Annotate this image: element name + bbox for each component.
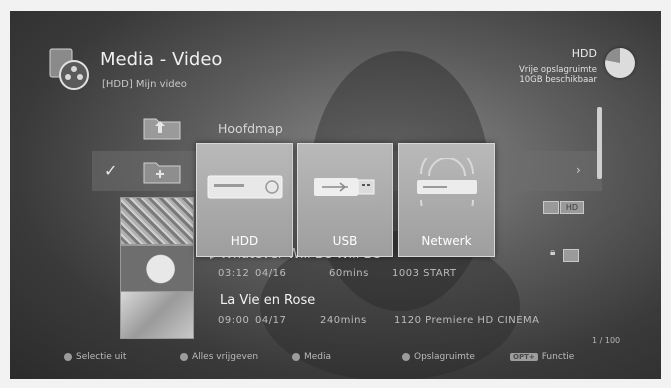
hd-badge-box [543, 201, 559, 214]
storage-label: HDD [571, 47, 597, 60]
footer-label: Selectie uit [76, 352, 127, 362]
video-thumbnail[interactable] [120, 245, 194, 293]
hd-badge: HD [560, 201, 584, 214]
footer-label: Alles vrijgeven [192, 352, 259, 362]
color-key-icon [64, 353, 72, 361]
scrollbar[interactable] [597, 107, 602, 179]
chevron-right-icon: › [576, 163, 581, 177]
video-title[interactable]: La Vie en Rose [220, 293, 315, 308]
footer-media[interactable]: Media [292, 352, 331, 362]
color-key-icon [402, 353, 410, 361]
storage-option-label: USB [332, 234, 358, 248]
storage-free-label: Vrije opslagruimte [518, 65, 597, 75]
video-time: 09:00 [218, 315, 250, 326]
network-icon [416, 158, 477, 206]
storage-option-label: HDD [230, 234, 259, 248]
storage-free-value: 10GB beschikbaar [519, 75, 597, 85]
usb-icon [314, 178, 375, 196]
footer-label: Functie [541, 352, 575, 362]
video-thumbnail[interactable] [120, 197, 194, 245]
folder-add-icon[interactable] [142, 157, 182, 185]
video-channel: 1003 START [392, 268, 457, 279]
video-date: 04/17 [255, 315, 287, 326]
footer-storage[interactable]: Opslagruimte [402, 352, 475, 362]
storage-option-network[interactable]: Netwerk [398, 143, 495, 257]
video-time: 03:12 [218, 268, 250, 279]
page-counter: 1 / 100 [592, 336, 621, 345]
storage-option-hdd[interactable]: HDD [196, 143, 293, 257]
checkmark-icon: ✓ [104, 161, 118, 180]
hdd-icon [207, 175, 282, 199]
storage-info: Vrije opslagruimte 10GB beschikbaar [519, 65, 597, 85]
lock-icon: 🔒︎ [550, 247, 556, 258]
storage-pie-icon [605, 48, 635, 78]
page-subtitle: [HDD] Mijn video [102, 79, 187, 90]
video-channel: 1120 Premiere HD CINEMA [394, 315, 540, 326]
opt-badge: OPT+ [510, 353, 538, 361]
footer-release-all[interactable]: Alles vrijgeven [180, 352, 258, 362]
status-badge [563, 249, 579, 262]
page-title: Media - Video [100, 49, 223, 70]
folder-up-icon[interactable] [142, 113, 182, 141]
color-key-icon [292, 353, 300, 361]
footer-function[interactable]: OPT+ Functie [510, 352, 574, 362]
footer-select-out[interactable]: Selectie uit [64, 352, 126, 362]
video-duration: 60mins [329, 268, 369, 279]
video-thumbnail[interactable] [120, 291, 194, 339]
footer-label: Opslagruimte [414, 352, 475, 362]
storage-option-label: Netwerk [421, 234, 472, 248]
root-folder-label[interactable]: Hoofdmap [218, 121, 283, 136]
tv-screen: Media - Video [HDD] Mijn video HDD Vrije… [10, 11, 661, 379]
video-duration: 240mins [320, 315, 367, 326]
storage-option-usb[interactable]: USB [297, 143, 393, 257]
video-date: 04/16 [255, 268, 287, 279]
media-video-icon [49, 48, 89, 90]
color-key-icon [180, 353, 188, 361]
footer-label: Media [304, 352, 332, 362]
